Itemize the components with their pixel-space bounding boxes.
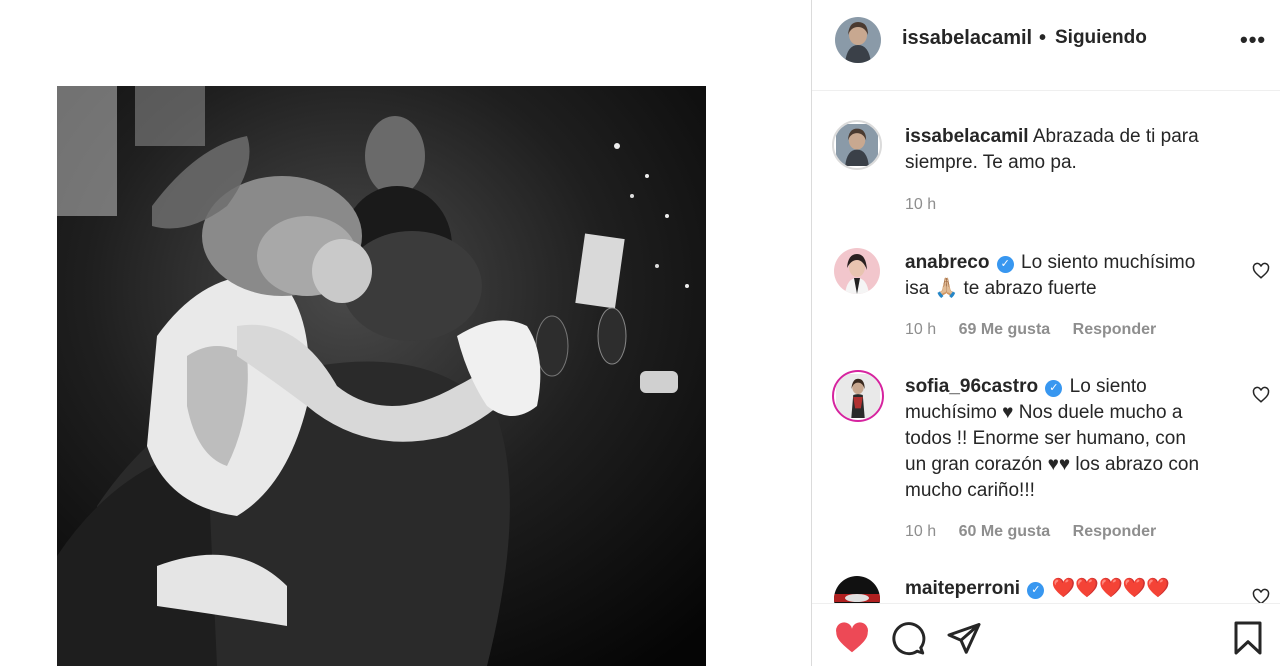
comment-meta: 10 h 69 Me gusta Responder <box>905 321 1174 339</box>
comment-username[interactable]: maiteperroni <box>905 578 1020 599</box>
action-bar <box>812 603 1280 666</box>
comment-text-line5: mucho cariño!!! <box>905 480 1035 501</box>
verified-icon: ✓ <box>996 256 1014 273</box>
comment-text-line2-post: te abrazo fuerte <box>958 278 1097 299</box>
comment-username[interactable]: anabreco <box>905 252 989 273</box>
comment-time[interactable]: 10 h <box>905 321 936 338</box>
comment-text-line3: todos !! Enorme ser humano, con <box>905 428 1186 449</box>
separator-dot: • <box>1039 27 1047 49</box>
comment-like-heart-icon[interactable] <box>1252 386 1270 404</box>
post-photo[interactable] <box>57 86 706 666</box>
comment-item: sofia_96castro ✓ Lo siento muchísimo ♥ N… <box>812 370 1280 550</box>
follow-status-button[interactable]: Siguiendo <box>1055 27 1147 49</box>
comment-meta: 10 h 60 Me gusta Responder <box>905 523 1174 541</box>
comment-reply-button[interactable]: Responder <box>1073 321 1157 338</box>
caption: issabelacamil Abrazada de ti para siempr… <box>812 120 1280 220</box>
comment-text-block: sofia_96castro ✓ Lo siento muchísimo ♥ N… <box>905 374 1250 504</box>
media-pane <box>0 0 811 666</box>
verified-icon: ✓ <box>1045 380 1063 397</box>
comment-time[interactable]: 10 h <box>905 523 936 540</box>
comment-avatar[interactable] <box>834 248 880 294</box>
comment-avatar[interactable] <box>834 576 880 603</box>
post-sidebar: issabelacamil • Siguiendo ••• issabelaca… <box>812 0 1280 666</box>
comment-icon[interactable] <box>890 620 926 656</box>
comment-text-line2-pre: isa <box>905 278 935 299</box>
comment-item: anabreco ✓ Lo siento muchísimo isa 🙏🏼 te… <box>812 248 1280 348</box>
verified-icon: ✓ <box>1027 582 1045 599</box>
praying-hands-emoji: 🙏🏼 <box>934 278 959 299</box>
comment-text: ❤️❤️❤️❤️❤️ <box>1051 578 1170 599</box>
share-icon[interactable] <box>946 620 982 656</box>
bookmark-icon[interactable] <box>1230 620 1266 656</box>
comment-like-heart-icon[interactable] <box>1252 262 1270 280</box>
caption-meta: 10 h <box>905 196 954 214</box>
caption-text-block: issabelacamil Abrazada de ti para siempr… <box>905 124 1245 176</box>
heart-icon[interactable] <box>834 620 870 656</box>
comment-text-line2: muchísimo ♥ Nos duele mucho a <box>905 402 1183 423</box>
comment-text-line4: un gran corazón ♥♥ los abrazo con <box>905 454 1200 475</box>
comment-username[interactable]: sofia_96castro <box>905 376 1038 397</box>
caption-username[interactable]: issabelacamil <box>905 126 1029 147</box>
comment-likes[interactable]: 60 Me gusta <box>959 523 1051 540</box>
comment-reply-button[interactable]: Responder <box>1073 523 1157 540</box>
comment-like-heart-icon[interactable] <box>1252 588 1270 603</box>
post-header: issabelacamil • Siguiendo ••• <box>812 0 1280 91</box>
comment-text-block: anabreco ✓ Lo siento muchísimo isa 🙏🏼 te… <box>905 250 1245 302</box>
comment-avatar[interactable] <box>832 370 884 422</box>
comment-item: maiteperroni ✓ ❤️❤️❤️❤️❤️ <box>812 574 1280 603</box>
comment-text-line1: Lo siento muchísimo <box>1021 252 1196 273</box>
author-username[interactable]: issabelacamil <box>902 27 1032 50</box>
more-icon[interactable]: ••• <box>1240 27 1266 53</box>
author-avatar[interactable] <box>835 17 881 63</box>
comment-text-block: maiteperroni ✓ ❤️❤️❤️❤️❤️ <box>905 576 1245 602</box>
photo-illustration <box>57 86 706 666</box>
comment-likes[interactable]: 69 Me gusta <box>959 321 1051 338</box>
caption-avatar[interactable] <box>832 120 882 170</box>
caption-time[interactable]: 10 h <box>905 196 936 213</box>
comment-text-line1: Lo siento <box>1069 376 1147 397</box>
